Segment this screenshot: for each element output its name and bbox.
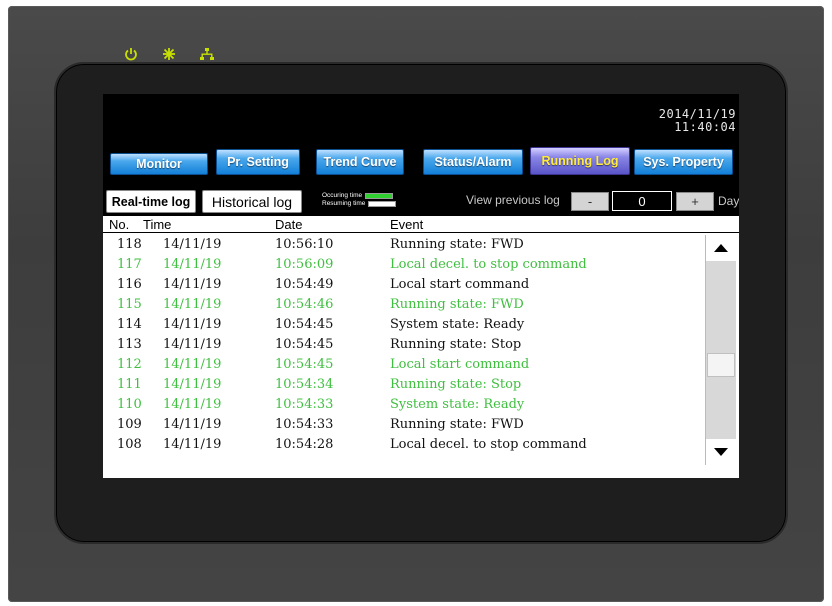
cell-event: System state: Ready: [390, 397, 525, 412]
table-row[interactable]: 108 14/11/19 10:54:28 Local decel. to stop …: [103, 435, 703, 455]
cell-time: 14/11/19: [163, 437, 222, 452]
cell-event: Running state: Stop: [390, 337, 522, 352]
view-previous-log-label: View previous log: [466, 193, 560, 207]
cell-time: 14/11/19: [163, 237, 222, 252]
cell-event: Running state: FWD: [390, 297, 524, 312]
scroll-thumb[interactable]: [707, 353, 735, 377]
cell-date: 10:54:28: [275, 437, 334, 452]
cell-date: 10:54:33: [275, 397, 334, 412]
current-time: 11:40:04: [674, 120, 736, 134]
tab-status-alarm[interactable]: Status/Alarm: [423, 149, 523, 175]
tab-sys-property[interactable]: Sys. Property: [634, 149, 733, 175]
power-icon: [123, 46, 139, 62]
cell-date: 10:56:09: [275, 257, 334, 272]
historical-log-button[interactable]: Historical log: [202, 190, 302, 213]
cell-no: 109: [117, 417, 142, 432]
table-row[interactable]: 109 14/11/19 10:54:33 Running state: FWD: [103, 415, 703, 435]
scroll-up-icon[interactable]: [706, 235, 736, 261]
cell-no: 118: [117, 237, 142, 252]
table-row[interactable]: 115 14/11/19 10:54:46 Running state: FWD: [103, 295, 703, 315]
activity-icon: [161, 46, 177, 62]
cell-no: 111: [117, 377, 142, 392]
table-row[interactable]: 117 14/11/19 10:56:09 Local decel. to stop …: [103, 255, 703, 275]
log-table-body[interactable]: 118 14/11/19 10:56:10 Running state: FWD 117…: [103, 235, 703, 467]
cell-time: 14/11/19: [163, 337, 222, 352]
tab-monitor[interactable]: Monitor: [110, 153, 208, 175]
running-log-panel: Real-time log Historical log Occuring ti…: [103, 183, 739, 478]
cell-no: 112: [117, 357, 142, 372]
time-legend: Occuring time Resuming time: [322, 192, 397, 208]
occurring-swatch: [365, 193, 394, 199]
header-date: Date: [275, 217, 303, 232]
table-row[interactable]: 113 14/11/19 10:54:45 Running state: Stop: [103, 335, 703, 355]
cell-date: 10:54:49: [275, 277, 334, 292]
cell-time: 14/11/19: [163, 277, 222, 292]
header-time: Time: [143, 217, 172, 232]
cell-no: 115: [117, 297, 142, 312]
table-row[interactable]: 111 14/11/19 10:54:34 Running state: Stop: [103, 375, 703, 395]
scroll-down-icon[interactable]: [706, 439, 736, 465]
tab-pr-setting[interactable]: Pr. Setting: [216, 149, 300, 175]
tab-trend-curve[interactable]: Trend Curve: [316, 149, 404, 175]
legend-resuming-label: Resuming time: [322, 200, 366, 207]
cell-time: 14/11/19: [163, 257, 222, 272]
day-count-field[interactable]: 0: [612, 191, 672, 211]
cell-time: 14/11/19: [163, 317, 222, 332]
cell-no: 108: [117, 437, 142, 452]
cell-no: 117: [117, 257, 142, 272]
cell-event: Local start command: [390, 277, 530, 292]
cell-event: Running state: FWD: [390, 237, 524, 252]
table-row[interactable]: 116 14/11/19 10:54:49 Local start command: [103, 275, 703, 295]
cell-time: 14/11/19: [163, 417, 222, 432]
cell-event: Local decel. to stop command: [390, 257, 587, 272]
cell-event: Running state: Stop: [390, 377, 522, 392]
cell-date: 10:54:46: [275, 297, 334, 312]
cell-time: 14/11/19: [163, 297, 222, 312]
cell-no: 113: [117, 337, 142, 352]
tab-running-log[interactable]: Running Log: [530, 147, 630, 175]
cell-time: 14/11/19: [163, 397, 222, 412]
table-row[interactable]: 118 14/11/19 10:56:10 Running state: FWD: [103, 235, 703, 255]
table-row[interactable]: 110 14/11/19 10:54:33 System state: Ready: [103, 395, 703, 415]
log-table-header: No. Time Date Event: [103, 217, 739, 233]
status-indicators: [123, 46, 215, 62]
cell-no: 110: [117, 397, 142, 412]
table-row[interactable]: 114 14/11/19 10:54:45 System state: Ready: [103, 315, 703, 335]
day-unit-label: Day: [718, 194, 739, 208]
cell-no: 114: [117, 317, 142, 332]
header-no: No.: [109, 217, 130, 232]
cell-event: Running state: FWD: [390, 417, 524, 432]
cell-event: Local decel. to stop command: [390, 437, 587, 452]
cell-date: 10:54:45: [275, 317, 334, 332]
log-toolbar: Real-time log Historical log Occuring ti…: [103, 183, 739, 216]
cell-time: 14/11/19: [163, 357, 222, 372]
realtime-log-button[interactable]: Real-time log: [106, 190, 196, 213]
log-scrollbar[interactable]: [705, 235, 736, 465]
header-event: Event: [390, 217, 424, 232]
cell-time: 14/11/19: [163, 377, 222, 392]
cell-date: 10:54:45: [275, 337, 334, 352]
cell-date: 10:54:33: [275, 417, 334, 432]
increment-day-button[interactable]: +: [676, 192, 714, 211]
clock-display: 2014/11/19 11:40:04: [659, 108, 736, 134]
cell-event: Local start command: [390, 357, 530, 372]
resuming-swatch: [368, 201, 397, 207]
decrement-day-button[interactable]: -: [571, 192, 609, 211]
cell-event: System state: Ready: [390, 317, 525, 332]
hmi-screen: 2014/11/19 11:40:04 Monitor Pr. Setting …: [103, 94, 739, 478]
network-icon: [199, 46, 215, 62]
table-row[interactable]: 112 14/11/19 10:54:45 Local start command: [103, 355, 703, 375]
cell-date: 10:54:45: [275, 357, 334, 372]
cell-date: 10:56:10: [275, 237, 334, 252]
legend-occurring-label: Occuring time: [322, 192, 363, 199]
cell-date: 10:54:34: [275, 377, 334, 392]
main-tab-bar: Monitor Pr. Setting Trend Curve Status/A…: [103, 145, 739, 177]
cell-no: 116: [117, 277, 142, 292]
